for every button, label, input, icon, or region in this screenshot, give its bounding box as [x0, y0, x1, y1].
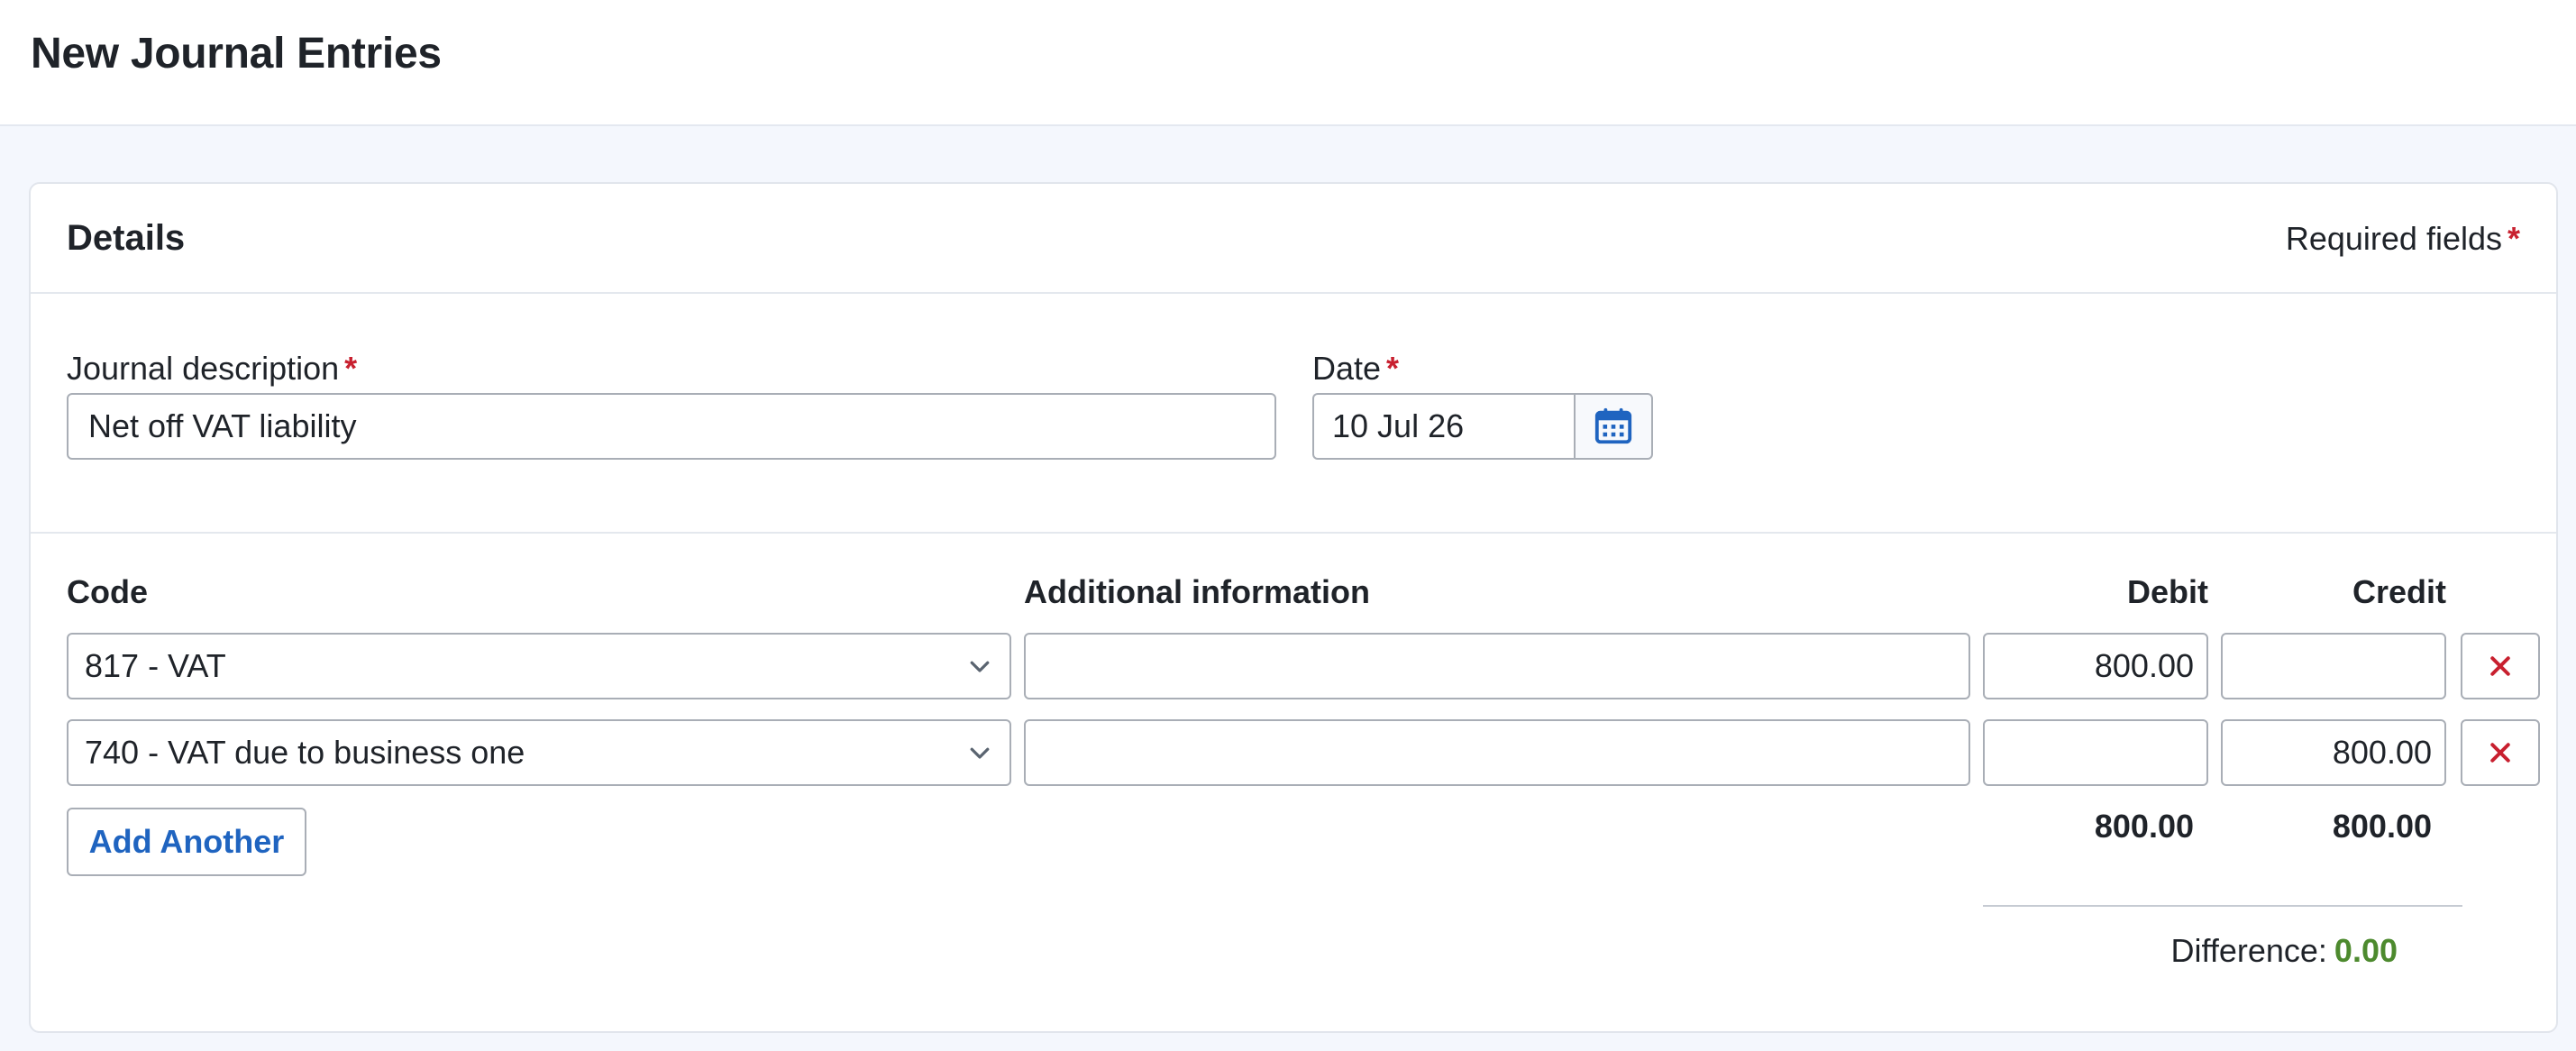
card-header: Details Required fields *: [31, 184, 2556, 294]
debit-value: 800.00: [2094, 647, 2194, 684]
date-label: Date *: [1312, 350, 1399, 388]
close-icon: [2490, 743, 2510, 763]
chevron-down-icon: [970, 747, 990, 759]
date-picker: 10 Jul 26: [1312, 393, 1653, 460]
journal-description-label: Journal description *: [67, 350, 357, 388]
debit-input[interactable]: [1983, 719, 2208, 786]
journal-description-label-text: Journal description: [67, 350, 340, 387]
journal-card: Details Required fields * Journal descrip…: [29, 182, 2558, 1033]
calendar-icon: [1594, 407, 1632, 444]
page-title: New Journal Entries: [31, 30, 442, 78]
add-another-button[interactable]: Add Another: [67, 808, 306, 876]
journal-description-value: Net off VAT liability: [88, 407, 357, 444]
close-icon: [2490, 656, 2510, 676]
date-value: 10 Jul 26: [1332, 407, 1465, 444]
additional-information-input[interactable]: [1024, 633, 1970, 699]
credit-input[interactable]: [2221, 633, 2446, 699]
page-header: New Journal Entries: [0, 0, 2576, 126]
journal-description-input[interactable]: Net off VAT liability: [67, 393, 1276, 460]
required-marker: *: [2507, 220, 2520, 257]
required-marker: *: [1386, 350, 1400, 387]
details-section: Journal description * Net off VAT liabili…: [31, 294, 2556, 534]
difference-label: Difference:: [2170, 932, 2327, 969]
required-fields-note: Required fields *: [2286, 220, 2520, 258]
debit-input[interactable]: 800.00: [1983, 633, 2208, 699]
totals-divider: [1983, 905, 2462, 907]
credit-total: 800.00: [2332, 808, 2432, 845]
additional-information-input[interactable]: [1024, 719, 1970, 786]
difference-summary: Difference: 0.00: [2170, 932, 2398, 970]
credit-value: 800.00: [2332, 734, 2432, 771]
column-header-additional-information: Additional information: [1024, 573, 1370, 610]
debit-total: 800.00: [2094, 808, 2194, 845]
difference-value: 0.00: [2334, 932, 2398, 969]
required-marker: *: [344, 350, 358, 387]
code-select-value: 817 - VAT: [85, 647, 226, 684]
chevron-down-icon: [970, 661, 990, 672]
date-label-text: Date: [1312, 350, 1382, 387]
date-picker-button[interactable]: [1574, 393, 1653, 460]
code-select[interactable]: 740 - VAT due to business one: [67, 719, 1011, 786]
credit-input[interactable]: 800.00: [2221, 719, 2446, 786]
column-header-debit: Debit: [2127, 573, 2208, 610]
code-select-value: 740 - VAT due to business one: [85, 734, 525, 771]
remove-line-button[interactable]: [2461, 633, 2540, 699]
column-header-credit: Credit: [2352, 573, 2446, 610]
code-select[interactable]: 817 - VAT: [67, 633, 1011, 699]
remove-line-button[interactable]: [2461, 719, 2540, 786]
date-input[interactable]: 10 Jul 26: [1312, 393, 1574, 460]
section-title: Details: [67, 218, 186, 258]
required-note-label: Required fields: [2285, 220, 2502, 257]
column-header-code: Code: [67, 573, 148, 610]
